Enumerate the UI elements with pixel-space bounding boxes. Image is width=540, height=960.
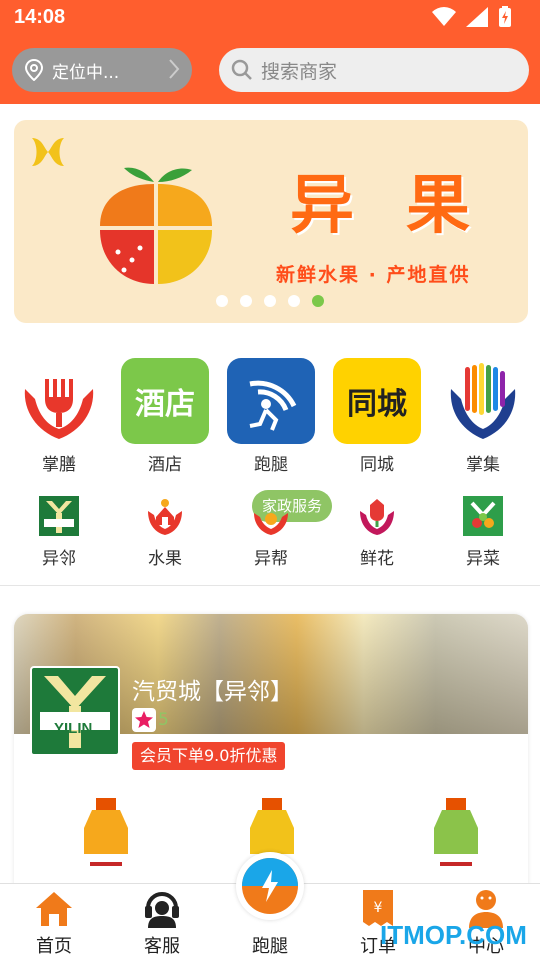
headset-icon [145,892,179,928]
fruit-house-icon [143,494,187,538]
tab-home[interactable]: 首页 [4,884,104,958]
star-icon [132,708,156,732]
tab-label: 首页 [36,936,72,957]
category-label: 同城 [360,455,394,475]
carousel-dot-active[interactable] [312,295,324,307]
watermark: ITMOP.COM [380,920,527,950]
category-yilin[interactable]: 异邻 [9,494,109,569]
location-selector[interactable]: 定位中... [12,48,192,92]
category-label: 异邻 [42,549,76,569]
category-hotel[interactable]: 酒店 酒店 [115,358,215,475]
category-flower[interactable]: 鲜花 [327,494,427,569]
category-label: 水果 [148,549,182,569]
category-zhangji[interactable]: 掌集 [433,358,533,475]
help-icon [249,494,293,538]
carousel-dot[interactable] [288,295,300,307]
category-fruit[interactable]: 水果 [115,494,215,569]
category-label: 跑腿 [254,455,288,475]
banner-subtitle: 新鲜水果 · 产地直供 [276,264,471,286]
category-yicai[interactable]: 异菜 [433,494,533,569]
wifi-icon [432,7,456,27]
category-errand[interactable]: 跑腿 [221,358,321,475]
category-label: 掌集 [466,455,500,475]
carousel-dot[interactable] [264,295,276,307]
section-divider [0,585,540,586]
category-label: 异帮 [254,549,288,569]
svg-text:¥: ¥ [374,900,383,916]
search-placeholder: 搜索商家 [261,60,338,83]
category-label: 异菜 [466,549,500,569]
fruit-illustration-icon [100,167,212,284]
status-icons [432,6,512,28]
tab-service[interactable]: 客服 [112,884,212,958]
errand-center-button[interactable] [236,852,304,920]
runner-icon [227,358,315,444]
banner-title: 异果 [290,169,522,243]
status-bar: 14:08 [0,0,540,36]
category-label: 酒店 [148,455,182,475]
location-pin-icon [24,59,44,81]
chevron-right-icon [169,59,180,79]
same-city-icon: 同城 [333,358,421,444]
location-label: 定位中... [52,62,120,83]
tab-label: 客服 [144,936,180,957]
category-yibang[interactable]: 异帮 [221,494,321,569]
yicai-logo-icon [461,494,505,538]
hotel-icon: 酒店 [121,358,209,444]
store-logo: YILIN [30,666,120,756]
carousel-dot[interactable] [216,295,228,307]
status-time: 14:08 [14,6,66,28]
promo-badge: 会员下单9.0折优惠 [132,742,286,770]
home-icon [36,892,72,926]
category-zhangshan[interactable]: 掌膳 [9,358,109,475]
category-same-city[interactable]: 同城 同城 [327,358,427,475]
app-header: 14:08 定位中... 搜索商家 [0,0,540,104]
yilin-logo-icon [37,494,81,538]
hands-fork-icon [15,358,103,444]
carousel-dots [216,295,324,307]
signal-icon [466,7,488,27]
carousel-dot[interactable] [240,295,252,307]
category-label: 掌膳 [42,455,76,475]
search-icon [231,59,252,80]
store-name: 汽贸城【异邻】 [132,679,293,705]
promo-banner[interactable]: 异果 新鲜水果 · 产地直供 [14,120,528,323]
brand-logo-icon [32,138,64,166]
lightning-icon [242,858,298,914]
tab-label: 跑腿 [252,936,288,957]
flower-icon [355,494,399,538]
battery-icon [499,6,511,27]
category-label: 鲜花 [360,549,394,569]
rating-value: 5 [158,710,169,730]
rainbow-hands-icon [439,358,527,444]
store-rating: 5 [132,708,169,732]
search-input[interactable]: 搜索商家 [219,48,529,92]
